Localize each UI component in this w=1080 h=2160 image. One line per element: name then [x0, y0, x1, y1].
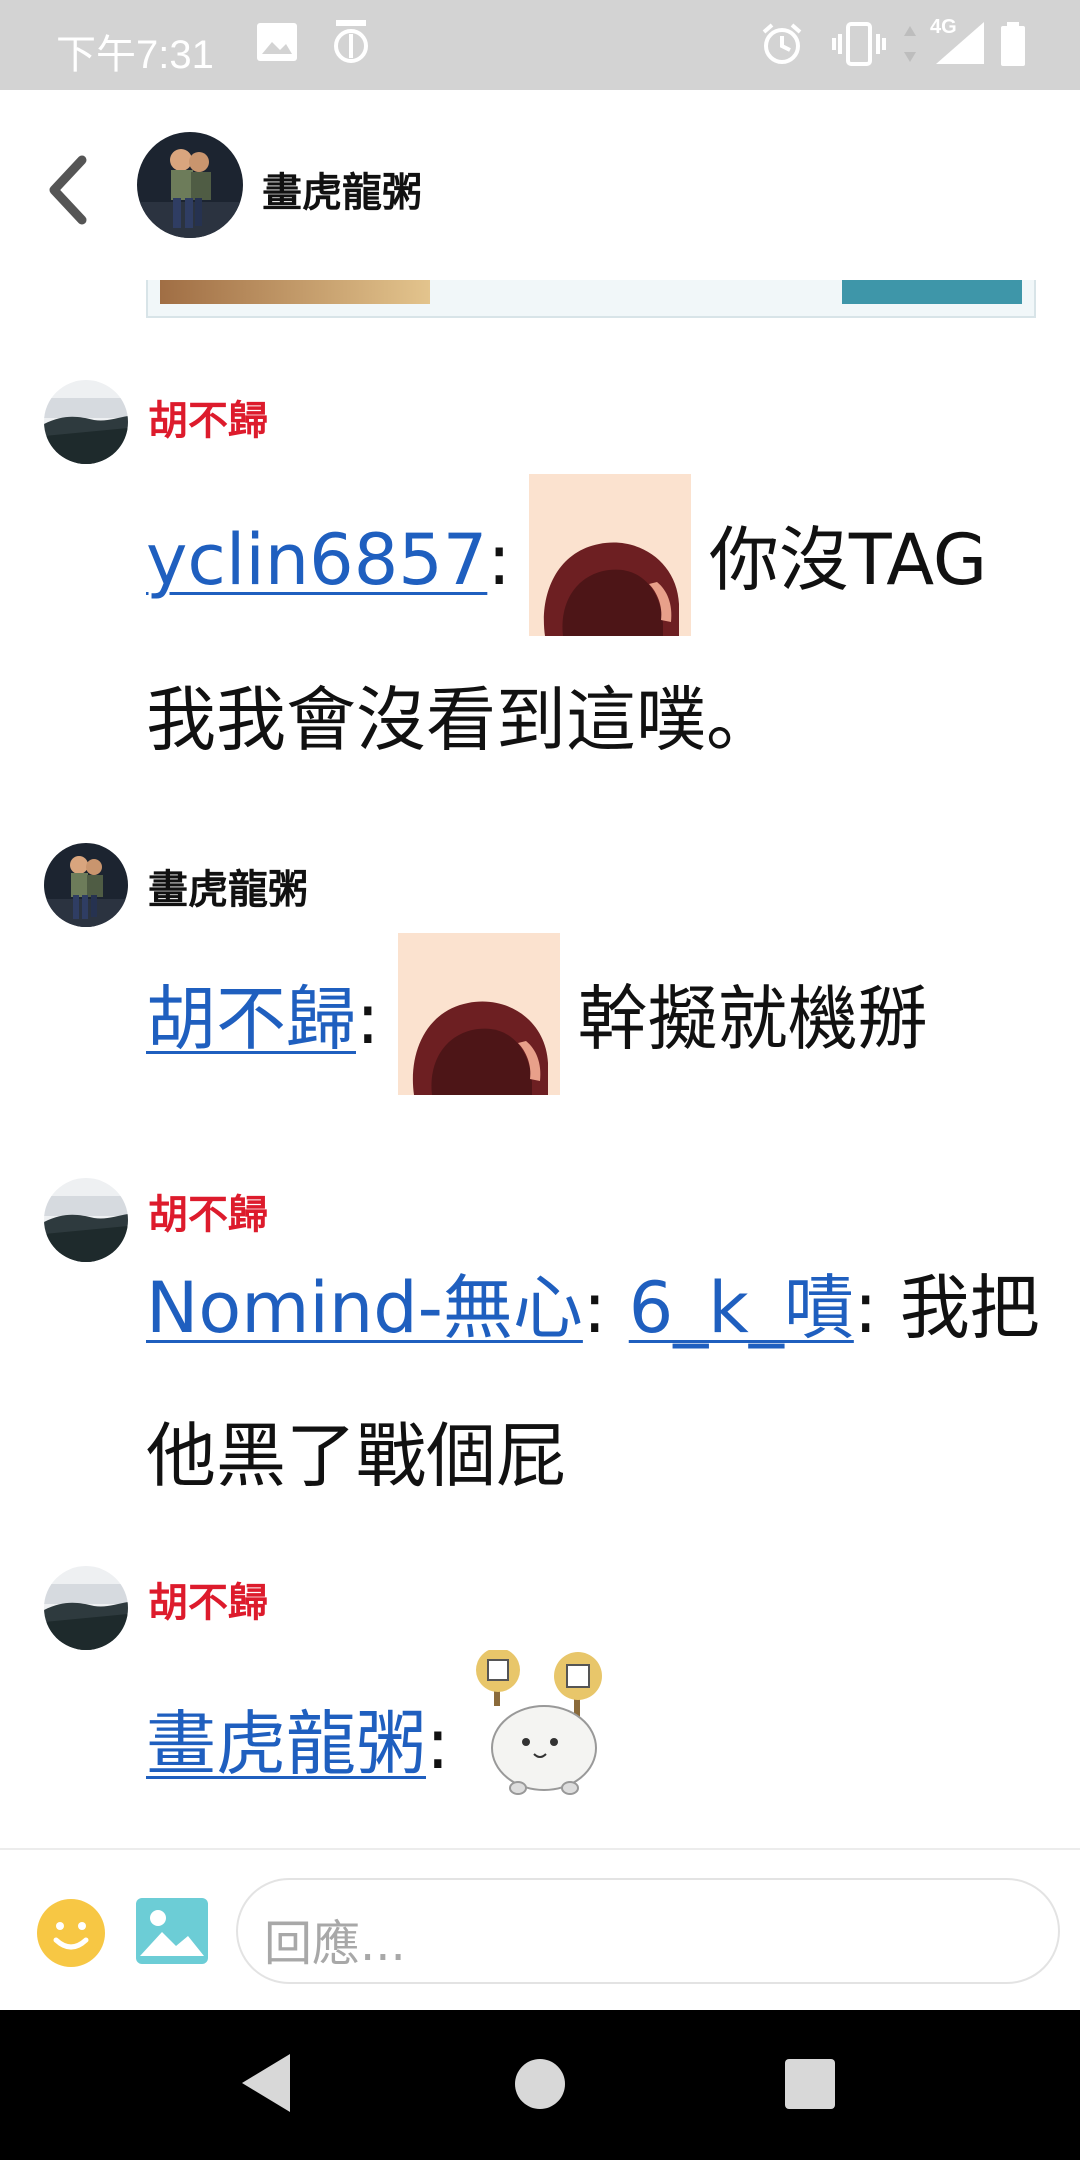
- avatar[interactable]: [44, 843, 128, 927]
- mention-link[interactable]: yclin6857: [146, 519, 487, 601]
- data-arrows-icon: [904, 26, 916, 62]
- chat-header: 畫虎龍粥: [0, 90, 1080, 280]
- mention-separator: :: [487, 519, 511, 602]
- reply-input[interactable]: 回應...: [236, 1878, 1060, 1984]
- battery-icon: [1001, 22, 1025, 66]
- mention-separator: :: [582, 1267, 607, 1349]
- mention-separator: :: [853, 1267, 878, 1349]
- mention-link[interactable]: 畫虎龍粥: [146, 1703, 426, 1785]
- page-title: 畫虎龍粥: [262, 170, 422, 216]
- nav-home-icon[interactable]: [514, 2058, 566, 2110]
- list-item: 胡不歸 Nomind-無心: 6_k_嘖: 我把他黑了戰個屁: [0, 1178, 1080, 1508]
- chevron-left-icon[interactable]: [40, 150, 100, 230]
- message-author[interactable]: 胡不歸: [148, 388, 268, 446]
- inline-image[interactable]: [528, 474, 691, 636]
- message-author[interactable]: 畫虎龍粥: [148, 857, 308, 915]
- avatar[interactable]: [44, 1178, 128, 1262]
- reply-placeholder: 回應...: [264, 1916, 406, 1972]
- status-time: 下午7:31: [56, 33, 214, 77]
- message-body: 胡不歸: 幹擬就機掰: [146, 933, 1046, 1105]
- reply-bar: 回應...: [0, 1848, 1080, 2010]
- message-author[interactable]: 胡不歸: [148, 1570, 268, 1628]
- card-image-strip: [160, 280, 430, 304]
- nav-back-icon[interactable]: [238, 2050, 294, 2116]
- system-navigation-bar: [0, 2010, 1080, 2160]
- inline-image[interactable]: [397, 933, 560, 1095]
- message-body: yclin6857: 你沒TAG我我會沒看到這噗。: [146, 474, 1046, 794]
- mention-separator: :: [356, 978, 380, 1061]
- gallery-icon: [257, 23, 297, 61]
- nav-recents-icon[interactable]: [784, 2058, 836, 2110]
- avatar[interactable]: [44, 1566, 128, 1650]
- message-text: 幹擬就機掰: [577, 978, 928, 1061]
- vibrate-icon: [832, 22, 886, 66]
- emoji-icon[interactable]: [36, 1898, 106, 1968]
- mention-link[interactable]: 胡不歸: [146, 978, 356, 1060]
- list-item: 畫虎龍粥 胡不歸: 幹擬就機掰: [0, 843, 1080, 1133]
- sticker-emoticon[interactable]: [474, 1649, 624, 1800]
- card-action-button[interactable]: [842, 280, 1022, 304]
- list-item: 胡不歸 yclin6857: 你沒TAG我我會沒看到這噗。: [0, 380, 1080, 800]
- previous-link-card[interactable]: [146, 280, 1036, 318]
- status-bar: 下午7:31 4G: [0, 0, 1080, 90]
- list-item: 胡不歸 畫虎龍粥:: [0, 1566, 1080, 1846]
- mention-link[interactable]: 6_k_嘖: [629, 1267, 854, 1349]
- signal-icon: [936, 22, 984, 64]
- message-author[interactable]: 胡不歸: [148, 1182, 268, 1240]
- alarm-icon: [762, 23, 802, 64]
- avatar[interactable]: [44, 380, 128, 464]
- message-body: 畫虎龍粥:: [146, 1649, 1046, 1824]
- avatar[interactable]: [137, 132, 243, 238]
- image-upload-icon[interactable]: [136, 1898, 208, 1964]
- app-notification-icon: [334, 20, 368, 63]
- message-body: Nomind-無心: 6_k_嘖: 我把他黑了戰個屁: [146, 1234, 1046, 1530]
- mention-link[interactable]: Nomind-無心: [146, 1267, 583, 1349]
- mention-separator: :: [426, 1703, 450, 1785]
